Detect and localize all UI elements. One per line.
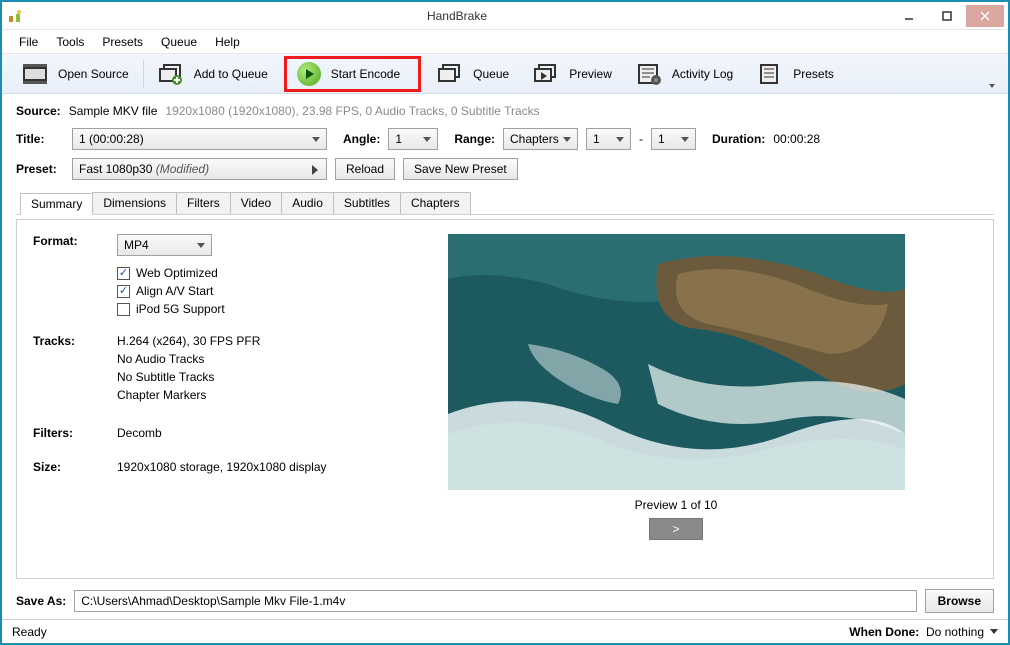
when-done-label: When Done: [849,625,919,639]
window-title: HandBrake [24,9,890,23]
presets-label: Presets [793,67,834,81]
status-text: Ready [12,625,47,639]
maximize-button[interactable] [928,5,966,27]
source-info: 1920x1080 (1920x1080), 23.98 FPS, 0 Audi… [165,104,539,118]
range-type-dropdown[interactable]: Chapters [503,128,578,150]
size-label: Size: [33,460,117,474]
tab-video[interactable]: Video [230,192,282,214]
preview-caption: Preview 1 of 10 [635,498,718,512]
duration-label: Duration: [712,132,765,146]
toolbar: Open Source Add to Queue Start Encode Qu… [2,54,1008,94]
size-value: 1920x1080 storage, 1920x1080 display [117,460,327,474]
start-encode-label: Start Encode [331,67,400,81]
tab-audio[interactable]: Audio [281,192,334,214]
reload-button[interactable]: Reload [335,158,395,180]
align-av-label: Align A/V Start [136,284,213,298]
save-as-label: Save As: [16,594,66,608]
format-label: Format: [33,234,117,256]
format-dropdown[interactable]: MP4 [117,234,212,256]
preview-next-button[interactable]: > [649,518,703,540]
web-optimized-checkbox[interactable] [117,267,130,280]
close-button[interactable] [966,5,1004,27]
menu-queue[interactable]: Queue [152,33,206,51]
range-dash: - [639,132,643,146]
title-dropdown[interactable]: 1 (00:00:28) [72,128,327,150]
open-source-button[interactable]: Open Source [10,54,141,94]
toolbar-overflow-button[interactable] [984,54,1000,94]
open-source-label: Open Source [58,67,129,81]
statusbar: Ready When Done: Do nothing [2,619,1008,643]
preview-image [448,234,905,490]
preview-label: Preview [569,67,612,81]
range-from-dropdown[interactable]: 1 [586,128,631,150]
source-label: Source: [16,104,61,118]
menu-presets[interactable]: Presets [93,33,152,51]
align-av-checkbox[interactable] [117,285,130,298]
tab-chapters[interactable]: Chapters [400,192,471,214]
filters-label: Filters: [33,426,117,440]
film-icon [22,63,48,85]
activity-log-label: Activity Log [672,67,733,81]
tab-dimensions[interactable]: Dimensions [92,192,177,214]
queue-add-icon [158,63,184,85]
ipod-checkbox[interactable] [117,303,130,316]
tab-filters[interactable]: Filters [176,192,231,214]
start-encode-button[interactable]: Start Encode [284,56,421,92]
tracks-line: H.264 (x264), 30 FPS PFR [117,334,260,348]
preview-button[interactable]: Preview [521,54,624,94]
activity-log-button[interactable]: Activity Log [624,54,745,94]
menu-help[interactable]: Help [206,33,249,51]
preset-label: Preset: [16,162,64,176]
web-optimized-label: Web Optimized [136,266,218,280]
tracks-label: Tracks: [33,334,117,406]
play-icon [297,62,321,86]
angle-label: Angle: [343,132,380,146]
tracks-line: Chapter Markers [117,388,260,402]
queue-button[interactable]: Queue [425,54,521,94]
tab-subtitles[interactable]: Subtitles [333,192,401,214]
chevron-right-icon [312,165,318,175]
add-to-queue-label: Add to Queue [194,67,268,81]
titlebar: HandBrake [2,2,1008,30]
menu-file[interactable]: File [10,33,47,51]
title-label: Title: [16,132,64,146]
tab-summary[interactable]: Summary [20,193,93,215]
source-name: Sample MKV file [69,104,158,118]
menu-tools[interactable]: Tools [47,33,93,51]
range-to-dropdown[interactable]: 1 [651,128,696,150]
tabstrip: Summary Dimensions Filters Video Audio S… [16,186,994,215]
when-done-dropdown[interactable]: Do nothing [926,625,998,639]
minimize-button[interactable] [890,5,928,27]
tracks-line: No Subtitle Tracks [117,370,260,384]
browse-button[interactable]: Browse [925,589,994,613]
tracks-line: No Audio Tracks [117,352,260,366]
log-icon [636,63,662,85]
menubar: File Tools Presets Queue Help [2,30,1008,54]
ipod-label: iPod 5G Support [136,302,225,316]
queue-icon [437,63,463,85]
queue-label: Queue [473,67,509,81]
app-icon [6,7,24,25]
presets-button[interactable]: Presets [745,54,846,94]
save-as-input[interactable] [74,590,916,612]
range-label: Range: [454,132,495,146]
duration-value: 00:00:28 [773,132,820,146]
presets-icon [757,63,783,85]
add-to-queue-button[interactable]: Add to Queue [146,54,280,94]
filters-value: Decomb [117,426,162,440]
preset-dropdown[interactable]: Fast 1080p30 (Modified) [72,158,327,180]
save-new-preset-button[interactable]: Save New Preset [403,158,518,180]
preview-icon [533,63,559,85]
angle-dropdown[interactable]: 1 [388,128,438,150]
